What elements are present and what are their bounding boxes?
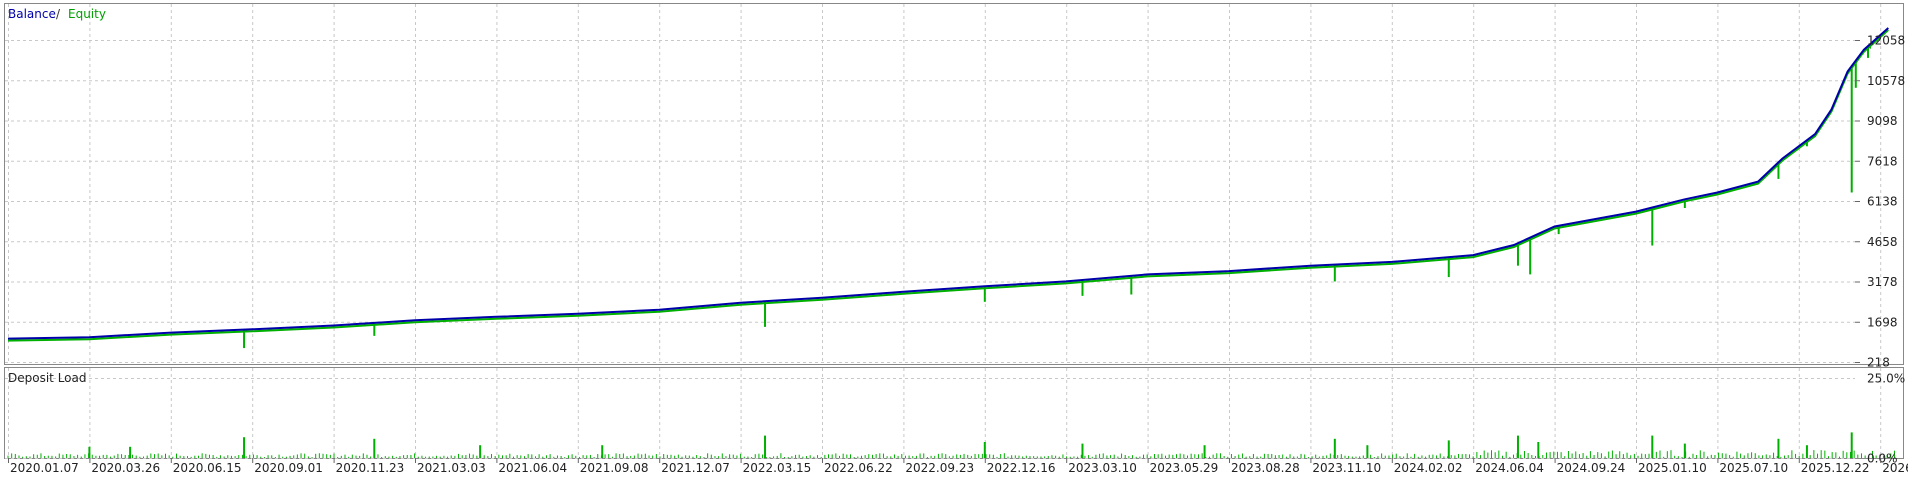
y-tick-label: 3178 xyxy=(1867,275,1898,289)
balance-line xyxy=(8,28,1888,339)
x-tick-label: 2024.02.02 xyxy=(1394,461,1463,475)
equity-series xyxy=(8,30,1888,348)
y-tick-label: 1698 xyxy=(1867,315,1898,329)
x-tick-label: 2023.11.10 xyxy=(1312,461,1381,475)
x-tick-label: 2024.09.24 xyxy=(1557,461,1626,475)
deposit-grid xyxy=(5,368,1881,459)
x-tick-label: 2022.03.15 xyxy=(743,461,812,475)
x-tick-label: 2020.09.01 xyxy=(254,461,323,475)
y-tick-label: 25.0% xyxy=(1867,372,1905,386)
x-tick-label: 2025.07.10 xyxy=(1719,461,1788,475)
x-tick-label: 2022.12.16 xyxy=(987,461,1056,475)
balance-equity-chart: 12058 10578 9098 7618 6138 4658 3178 1698 218 25… xyxy=(0,0,1908,475)
main-y-axis: 12058 10578 9098 7618 6138 4658 3178 1698 218 xyxy=(1855,34,1905,370)
y-tick-label: 218 xyxy=(1867,356,1890,370)
deposit-y-axis: 25.0%0.0% xyxy=(1867,372,1905,466)
legend-balance: Balance xyxy=(8,7,56,21)
x-tick-label: 2024.06.04 xyxy=(1475,461,1544,475)
deposit-plot-frame xyxy=(5,368,1904,459)
y-tick-label: 7618 xyxy=(1867,154,1898,168)
y-tick-label: 9098 xyxy=(1867,114,1898,128)
x-tick-label: 2022.09.23 xyxy=(905,461,974,475)
x-tick-label: 2026.03.3 xyxy=(1882,461,1908,475)
x-tick-label: 2020.06.15 xyxy=(173,461,242,475)
x-tick-label: 2021.09.08 xyxy=(580,461,649,475)
y-tick-label: 12058 xyxy=(1867,34,1905,48)
y-tick-label: 6138 xyxy=(1867,195,1898,209)
x-tick-label: 2021.06.04 xyxy=(498,461,567,475)
x-tick-label: 2021.12.07 xyxy=(661,461,730,475)
x-tick-label: 2023.05.29 xyxy=(1150,461,1219,475)
main-plot-frame xyxy=(5,4,1904,365)
strategy-tester-graph: 12058 10578 9098 7618 6138 4658 3178 1698 218 25… xyxy=(0,0,1908,475)
legend-separator: / xyxy=(56,7,61,21)
deposit-load-series xyxy=(8,432,1894,458)
x-tick-label: 2021.03.03 xyxy=(417,461,486,475)
x-tick-label: 2022.06.22 xyxy=(824,461,893,475)
x-tick-label: 2025.01.10 xyxy=(1638,461,1707,475)
y-tick-label: 10578 xyxy=(1867,74,1905,88)
x-tick-label: 2023.03.10 xyxy=(1068,461,1137,475)
x-tick-label: 2020.03.26 xyxy=(91,461,160,475)
y-tick-label: 4658 xyxy=(1867,235,1898,249)
deposit-load-title: Deposit Load xyxy=(8,371,86,385)
legend-equity: Equity xyxy=(68,7,106,21)
x-tick-label: 2023.08.28 xyxy=(1231,461,1300,475)
x-tick-label: 2025.12.22 xyxy=(1801,461,1870,475)
x-tick-label: 2020.11.23 xyxy=(336,461,405,475)
x-axis: 2020.01.07 2020.03.26 2020.06.15 2020.09.01… xyxy=(9,458,1908,475)
x-tick-label: 2020.01.07 xyxy=(10,461,79,475)
main-grid xyxy=(5,4,1881,364)
equity-line xyxy=(8,30,1888,341)
